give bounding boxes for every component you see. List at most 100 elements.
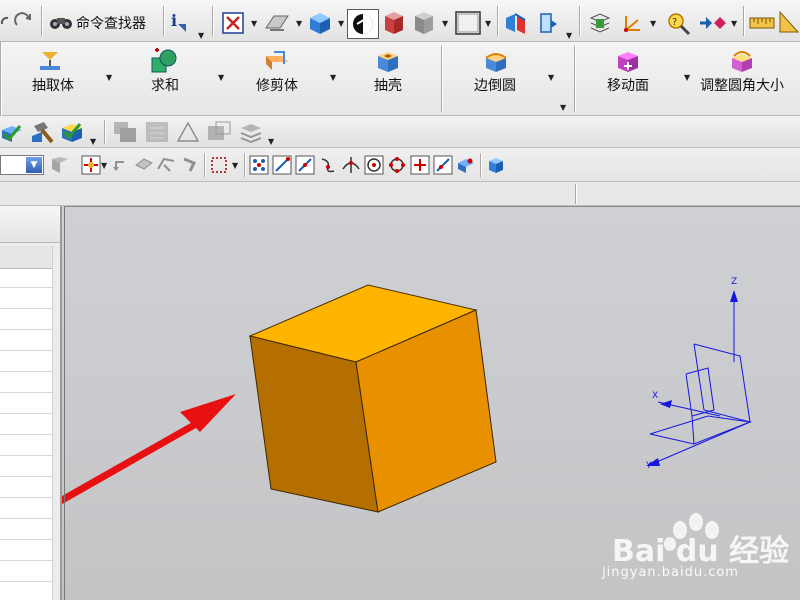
gray-box-icon[interactable] bbox=[411, 10, 437, 36]
secondary-toolbar: ▼ ▼ bbox=[0, 116, 800, 148]
navigator-grid[interactable] bbox=[0, 246, 53, 600]
chevron-down-icon[interactable]: ▼ bbox=[251, 20, 257, 28]
chevron-down-icon[interactable]: ▼ bbox=[330, 74, 336, 82]
move-face-label[interactable]: 移动面 bbox=[598, 78, 658, 94]
shell-icon[interactable] bbox=[374, 48, 402, 74]
sketch-plane-icon[interactable] bbox=[264, 12, 290, 32]
triangle-icon[interactable] bbox=[175, 120, 201, 144]
type-filter-select[interactable]: ▼ bbox=[0, 155, 44, 175]
frame-icon[interactable] bbox=[206, 120, 232, 144]
end-point-icon[interactable] bbox=[272, 155, 292, 175]
point-on-curve-icon[interactable] bbox=[433, 155, 453, 175]
chevron-down-icon[interactable]: ▼ bbox=[566, 32, 572, 40]
chevron-down-icon[interactable]: ▼ bbox=[218, 74, 224, 82]
chevron-down-icon[interactable]: ▼ bbox=[268, 138, 274, 146]
unite-label[interactable]: 求和 bbox=[140, 78, 190, 94]
chevron-down-icon[interactable]: ▼ bbox=[338, 20, 344, 28]
chevron-down-icon[interactable]: ▼ bbox=[485, 20, 491, 28]
snap-icon[interactable] bbox=[698, 12, 728, 34]
page-icon[interactable] bbox=[144, 120, 170, 144]
toolbar-separator bbox=[574, 46, 575, 112]
select-feature-icon[interactable] bbox=[134, 155, 154, 175]
control-point-icon[interactable] bbox=[318, 155, 338, 175]
triad-x-arrowhead bbox=[660, 400, 672, 408]
toolbar-separator bbox=[204, 153, 205, 177]
layers-icon[interactable] bbox=[587, 10, 613, 36]
toolbar-separator bbox=[575, 184, 576, 204]
trim-body-icon[interactable] bbox=[262, 50, 292, 72]
quadrant-point-icon[interactable] bbox=[387, 155, 407, 175]
snap-point-icon[interactable] bbox=[80, 154, 102, 176]
redo-icon[interactable] bbox=[12, 10, 34, 32]
validate-icon[interactable] bbox=[60, 120, 86, 144]
existing-point-icon[interactable] bbox=[410, 155, 430, 175]
resize-blend-icon[interactable] bbox=[728, 48, 756, 74]
wcs-triad bbox=[649, 298, 752, 465]
layout-icon[interactable] bbox=[112, 120, 138, 144]
select-tangent-icon[interactable] bbox=[156, 155, 176, 175]
triad-z-label: Z bbox=[731, 277, 737, 287]
toolbar-separator bbox=[480, 153, 481, 177]
chevron-down-icon[interactable]: ▼ bbox=[232, 162, 238, 170]
select-connected-icon[interactable] bbox=[180, 155, 200, 175]
snap-all-icon[interactable] bbox=[249, 155, 269, 175]
red-box-icon[interactable] bbox=[381, 10, 407, 36]
unite-icon[interactable] bbox=[150, 48, 178, 74]
extract-body-icon[interactable] bbox=[36, 48, 64, 74]
edge-blend-icon[interactable] bbox=[482, 48, 510, 74]
binoculars-icon[interactable] bbox=[48, 12, 74, 32]
empty-toolbar-strip bbox=[0, 182, 800, 206]
chevron-down-icon[interactable]: ▼ bbox=[650, 20, 656, 28]
fit-view-icon[interactable] bbox=[222, 12, 244, 34]
background-color-icon[interactable] bbox=[455, 11, 481, 35]
edge-blend-label[interactable]: 边倒圆 bbox=[466, 78, 524, 94]
wcs-icon[interactable] bbox=[618, 10, 646, 36]
svg-text:?: ? bbox=[672, 17, 677, 28]
move-face-icon[interactable] bbox=[614, 48, 642, 74]
chevron-down-icon[interactable]: ▼ bbox=[560, 104, 566, 112]
resize-blend-label[interactable]: 调整圆角大小 bbox=[700, 78, 784, 94]
chevron-down-icon[interactable]: ▼ bbox=[548, 74, 554, 82]
stack-icon[interactable] bbox=[238, 120, 264, 144]
chevron-down-icon[interactable]: ▼ bbox=[296, 20, 302, 28]
chevron-down-icon[interactable]: ▼ bbox=[90, 138, 96, 146]
chevron-down-icon[interactable]: ▼ bbox=[106, 74, 112, 82]
triad-plane bbox=[693, 343, 751, 423]
shaded-cube-icon[interactable] bbox=[306, 10, 334, 36]
info-icon[interactable]: i bbox=[168, 10, 194, 34]
intersection-icon[interactable] bbox=[341, 155, 361, 175]
clip-view-icon[interactable] bbox=[535, 10, 561, 36]
point-on-surface-icon[interactable] bbox=[456, 155, 476, 175]
mid-point-icon[interactable] bbox=[295, 155, 315, 175]
rectangle-select-icon[interactable] bbox=[210, 156, 228, 174]
analysis-icon[interactable]: ? bbox=[665, 10, 693, 36]
chevron-down-icon[interactable]: ▼ bbox=[101, 162, 107, 170]
toolbar-separator bbox=[104, 120, 105, 144]
shell-label[interactable]: 抽壳 bbox=[364, 78, 412, 94]
check-body-icon[interactable] bbox=[0, 120, 24, 144]
chevron-down-icon[interactable]: ▼ bbox=[26, 157, 42, 173]
command-finder-label[interactable]: 命令查找器 bbox=[76, 13, 146, 33]
toolbar-separator bbox=[244, 153, 245, 177]
angle-measure-icon[interactable] bbox=[778, 10, 800, 34]
triad-y-label: Y bbox=[645, 461, 652, 471]
svg-text:i: i bbox=[171, 11, 177, 30]
render-style-icon[interactable] bbox=[347, 9, 379, 39]
chevron-down-icon[interactable]: ▼ bbox=[442, 20, 448, 28]
small-cube-icon[interactable] bbox=[486, 155, 506, 175]
hammer-icon[interactable] bbox=[30, 120, 56, 144]
ruler-icon[interactable] bbox=[749, 14, 775, 32]
toolbar-separator bbox=[579, 6, 580, 36]
redo-icon[interactable] bbox=[0, 12, 10, 30]
annotation-arrow bbox=[62, 394, 236, 505]
trim-body-label[interactable]: 修剪体 bbox=[248, 78, 306, 94]
section-view-icon[interactable] bbox=[503, 10, 529, 36]
extract-body-label[interactable]: 抽取体 bbox=[28, 78, 78, 94]
toolbar-separator bbox=[441, 46, 442, 112]
undo-select-icon[interactable] bbox=[112, 156, 128, 174]
chevron-down-icon[interactable]: ▼ bbox=[684, 74, 690, 82]
selection-filter-icon[interactable] bbox=[50, 155, 72, 175]
arc-center-icon[interactable] bbox=[364, 155, 384, 175]
chevron-down-icon[interactable]: ▼ bbox=[731, 20, 737, 28]
chevron-down-icon[interactable]: ▼ bbox=[198, 32, 204, 40]
